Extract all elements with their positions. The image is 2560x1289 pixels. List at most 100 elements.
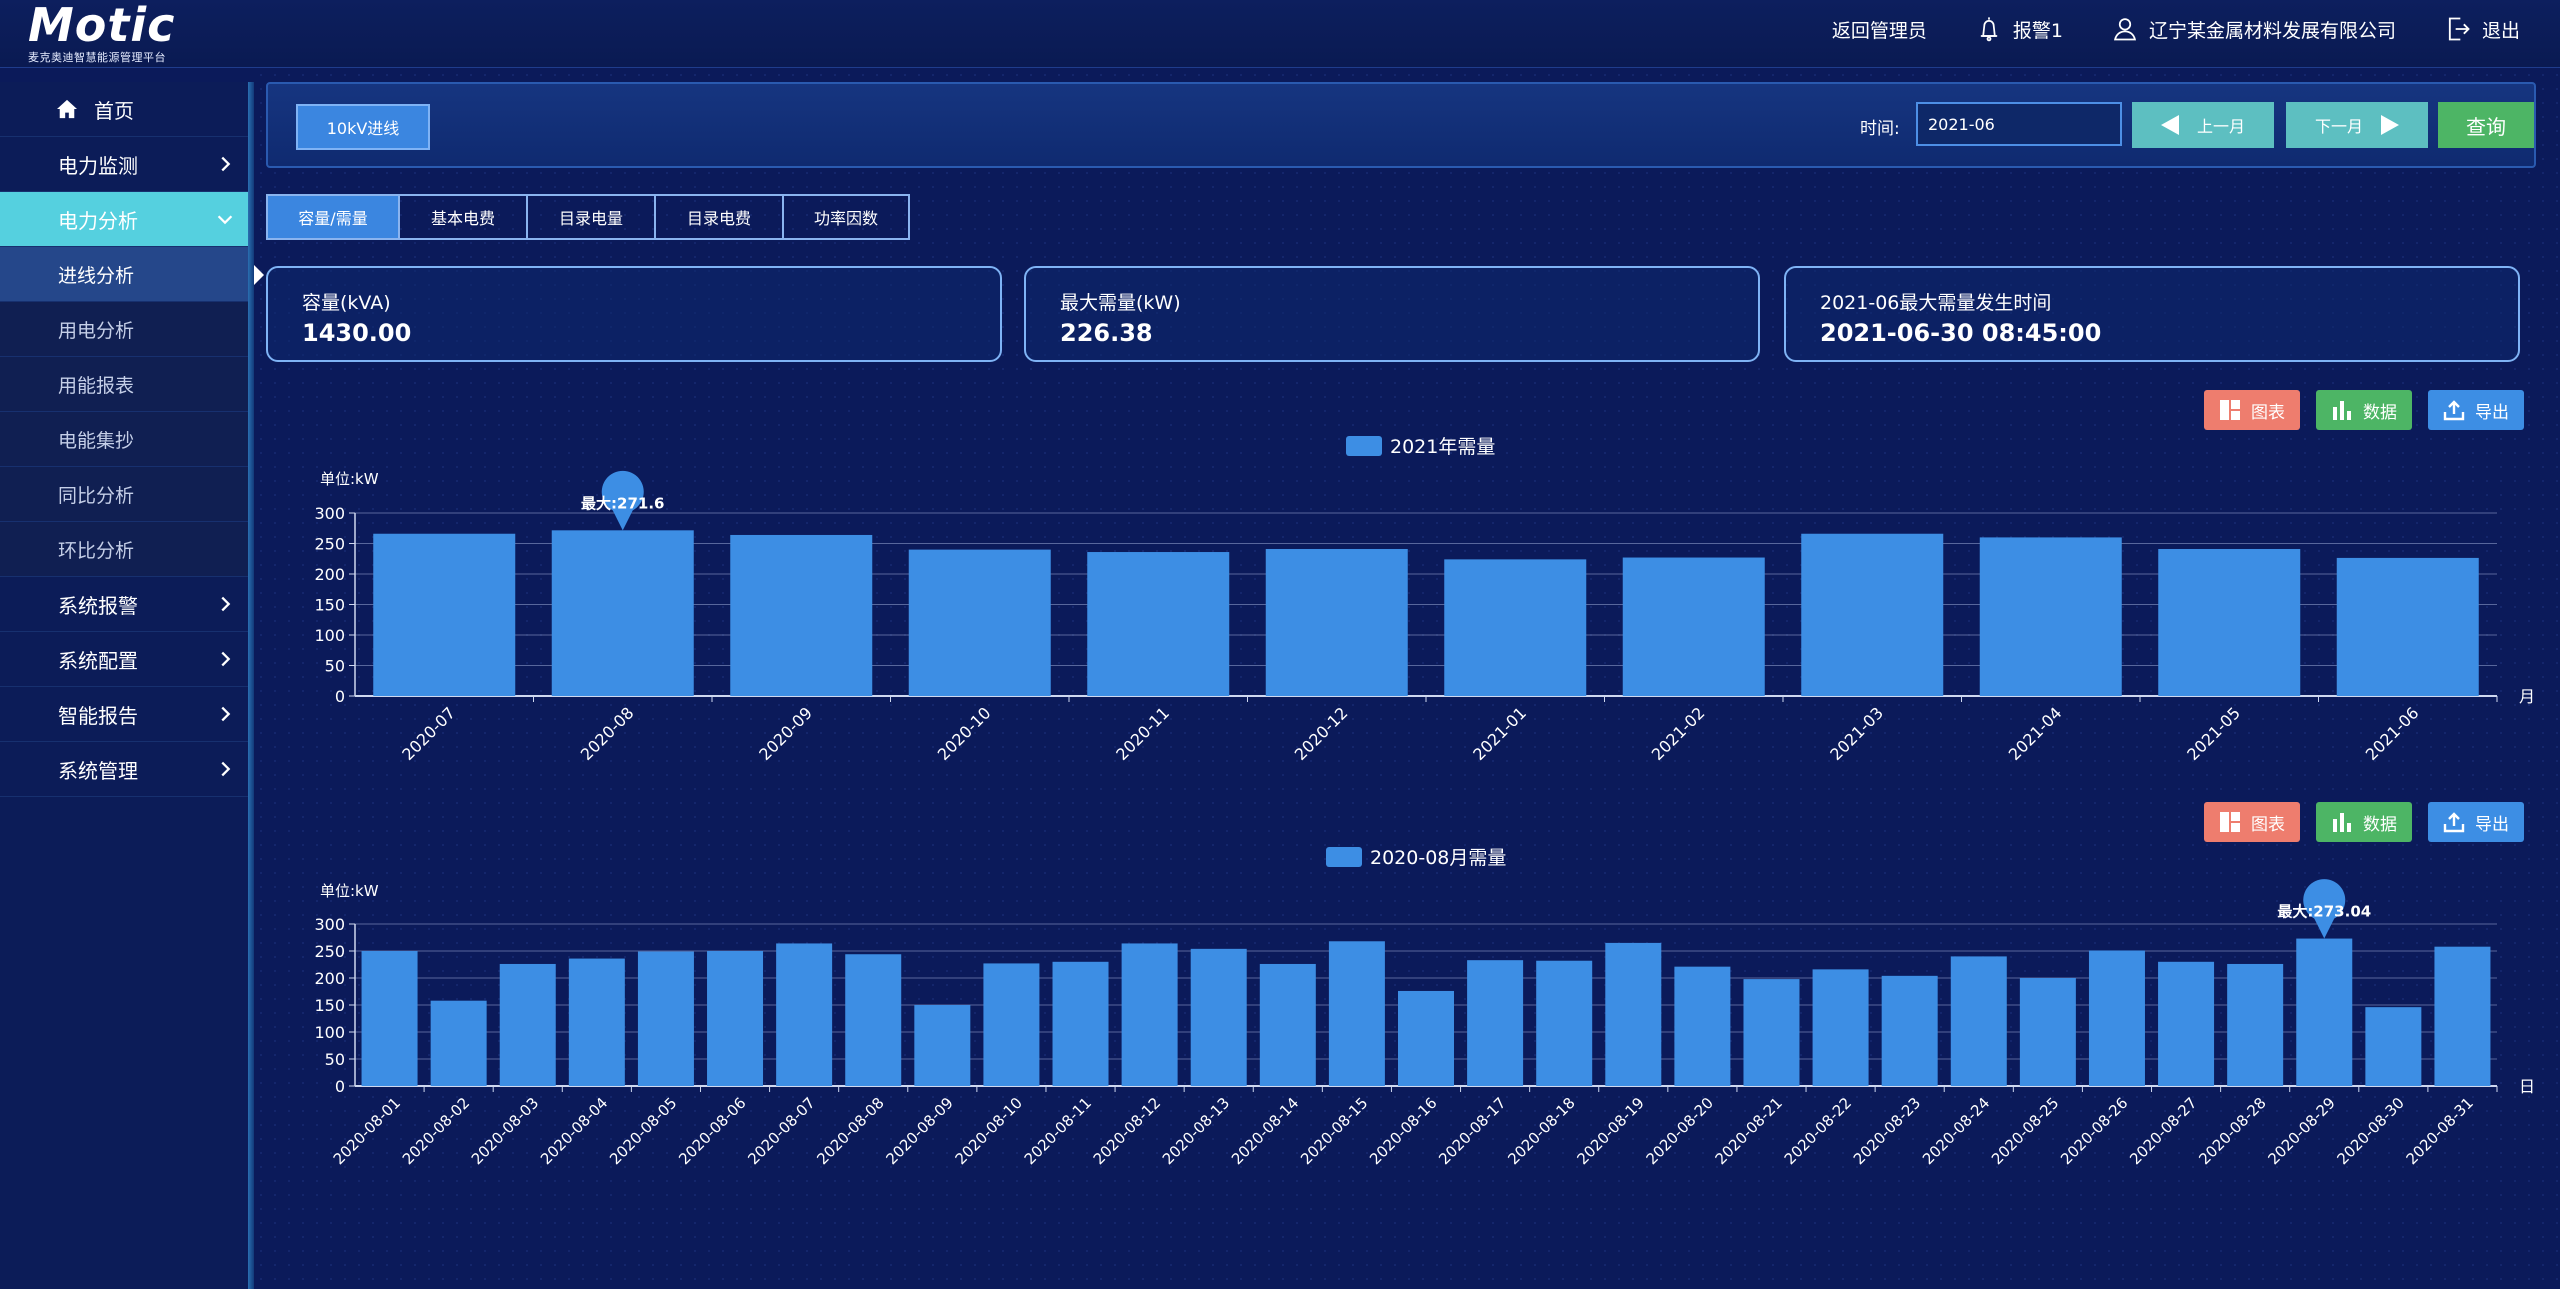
x-tick-label: 2020-08-30: [2334, 1094, 2408, 1168]
bar: [730, 534, 873, 696]
x-tick-label: 2020-08-03: [468, 1094, 542, 1168]
bar: [1743, 979, 1800, 1086]
bar: [908, 549, 1051, 696]
y-tick-label: 0: [335, 1077, 345, 1096]
x-tick-label: 2020-08-19: [1573, 1094, 1647, 1168]
x-tick-label: 2021-04: [2005, 703, 2066, 764]
legend-label: 2021年需量: [1390, 436, 1495, 458]
x-tick-label: 2021-01: [1469, 703, 1530, 764]
bar: [1398, 990, 1454, 1086]
max-marker-label: 最大:271.6: [581, 494, 664, 512]
bar: [2365, 1007, 2422, 1086]
x-tick-label: 2020-10: [934, 703, 995, 764]
x-tick-label: 2020-08-29: [2264, 1094, 2338, 1168]
y-axis-unit: 单位:kW: [320, 882, 379, 900]
x-tick-label: 2020-08-28: [2195, 1094, 2269, 1168]
x-tick-label: 2020-08-08: [813, 1094, 887, 1168]
y-tick-label: 250: [314, 535, 345, 554]
bar: [1622, 557, 1765, 696]
x-tick-label: 2020-08-17: [1435, 1094, 1509, 1168]
x-tick-label: 2020-08-11: [1021, 1094, 1095, 1168]
bar: [1052, 961, 1109, 1086]
x-tick-label: 2021-03: [1826, 703, 1887, 764]
y-tick-label: 50: [325, 657, 345, 676]
y-tick-label: 100: [314, 626, 345, 645]
legend-swatch: [1346, 436, 1382, 456]
y-tick-label: 100: [314, 1023, 345, 1042]
bar: [1087, 552, 1230, 696]
y-tick-label: 250: [314, 942, 345, 961]
bar: [1121, 943, 1178, 1086]
bar: [845, 954, 902, 1086]
bar: [1979, 537, 2122, 696]
max-marker-label: 最大:273.04: [2277, 903, 2371, 921]
bar: [1467, 960, 1524, 1086]
y-axis-unit: 单位:kW: [320, 470, 379, 488]
bar: [2019, 978, 2076, 1086]
bar: [2158, 961, 2215, 1086]
y-tick-label: 300: [314, 504, 345, 523]
bar: [2088, 950, 2145, 1086]
y-tick-label: 300: [314, 915, 345, 934]
bar: [2296, 938, 2353, 1086]
x-tick-label: 2020-08-04: [537, 1094, 611, 1168]
x-tick-label: 2021-02: [1648, 703, 1709, 764]
bar: [1674, 966, 1731, 1086]
bar: [373, 533, 516, 696]
x-tick-label: 2020-08-18: [1504, 1094, 1578, 1168]
bar: [2227, 963, 2284, 1086]
bar: [2434, 946, 2491, 1086]
bar: [1881, 975, 1938, 1086]
y-tick-label: 150: [314, 996, 345, 1015]
bar: [707, 951, 764, 1086]
bar: [568, 958, 625, 1086]
x-tick-label: 2020-08-12: [1090, 1094, 1164, 1168]
bar: [1265, 548, 1408, 696]
monthly-demand-chart: 2021年需量单位:kW 0 50 100 150 200 250 300 月 2020-07 20…: [314, 436, 2535, 1168]
bar: [1328, 941, 1385, 1086]
x-tick-label: 2020-08-10: [952, 1094, 1026, 1168]
legend-label: 2020-08月需量: [1370, 847, 1506, 869]
bar: [1605, 942, 1662, 1086]
y-tick-label: 0: [335, 687, 345, 706]
x-tick-label: 2020-08-24: [1919, 1094, 1993, 1168]
x-tick-label: 2020-08-05: [606, 1094, 680, 1168]
x-tick-label: 2020-08-15: [1297, 1094, 1371, 1168]
bar: [914, 1005, 971, 1086]
bar: [983, 963, 1040, 1086]
x-tick-label: 2020-12: [1291, 703, 1352, 764]
bar: [430, 1000, 487, 1086]
x-tick-label: 2020-08-31: [2403, 1094, 2477, 1168]
bar: [1950, 956, 2007, 1086]
x-tick-label: 2020-08-27: [2126, 1094, 2200, 1168]
x-tick-label: 2020-08-13: [1159, 1094, 1233, 1168]
x-tick-label: 2020-08-22: [1781, 1094, 1855, 1168]
bar: [1259, 963, 1316, 1086]
x-tick-label: 2020-08-01: [330, 1094, 404, 1168]
x-tick-label: 2020-08: [577, 703, 638, 764]
x-tick-label: 2020-07: [398, 703, 459, 764]
x-tick-label: 2020-08-21: [1712, 1094, 1786, 1168]
x-tick-label: 2020-08-25: [1988, 1094, 2062, 1168]
x-tick-label: 2020-08-06: [675, 1094, 749, 1168]
x-tick-label: 2020-11: [1112, 703, 1173, 764]
bar: [2158, 548, 2301, 696]
bar: [1801, 533, 1944, 696]
bar: [2336, 557, 2479, 696]
x-tick-label: 2020-08-14: [1228, 1094, 1302, 1168]
x-tick-label: 2020-08-02: [399, 1094, 473, 1168]
bar: [637, 951, 694, 1086]
x-tick-label: 2020-08-09: [882, 1094, 956, 1168]
y-tick-label: 50: [325, 1050, 345, 1069]
y-tick-label: 200: [314, 565, 345, 584]
bar: [361, 951, 418, 1086]
bar: [1444, 559, 1587, 696]
x-axis-unit: 月: [2519, 687, 2535, 706]
legend-swatch: [1326, 847, 1362, 867]
y-tick-label: 200: [314, 969, 345, 988]
bar: [551, 530, 694, 696]
x-tick-label: 2020-08-23: [1850, 1094, 1924, 1168]
x-tick-label: 2021-06: [2362, 703, 2423, 764]
bar: [776, 943, 833, 1086]
x-tick-label: 2020-08-07: [744, 1094, 818, 1168]
